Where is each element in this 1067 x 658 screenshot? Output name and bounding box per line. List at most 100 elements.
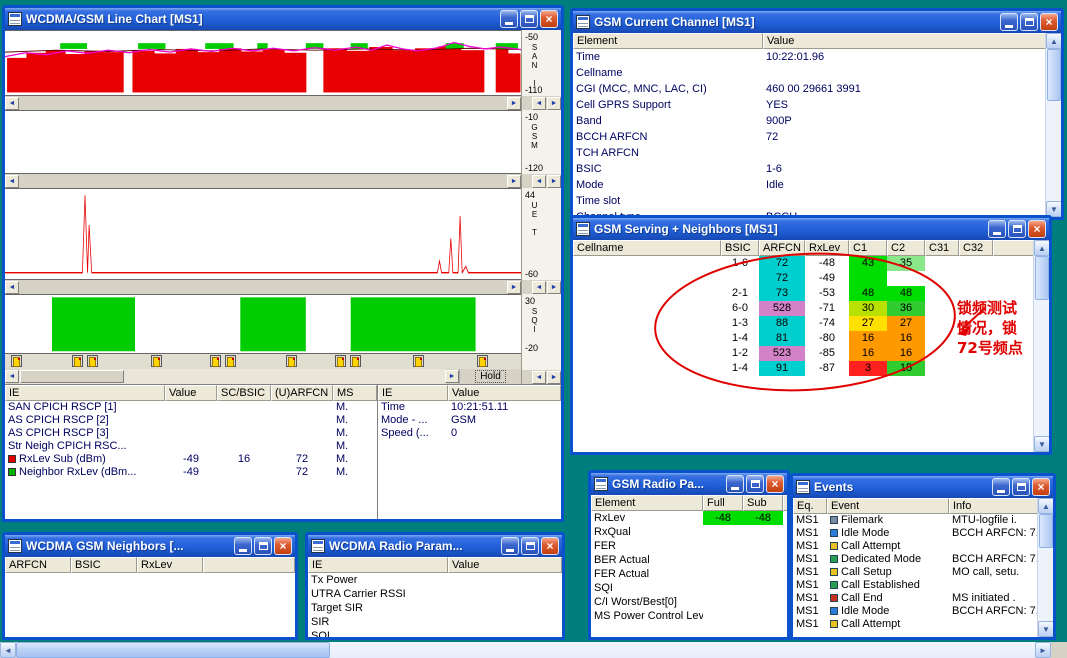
table-row[interactable]: BCCH ARFCN 72	[573, 129, 1061, 145]
phone-event-icon[interactable]	[72, 355, 83, 367]
scroll-left-icon[interactable]: ◄	[5, 370, 19, 383]
scrollbar-thumb[interactable]	[16, 642, 330, 658]
table-row[interactable]: SAN CPICH RSCP [1] M.	[5, 401, 377, 414]
table-row[interactable]: CGI (MCC, MNC, LAC, CI) 460 00 29661 3991	[573, 81, 1061, 97]
scrollbar-thumb[interactable]	[1047, 49, 1061, 101]
table-row[interactable]: FER	[591, 539, 787, 553]
column-header[interactable]: Event	[827, 498, 949, 514]
hold-button[interactable]: Hold	[459, 369, 521, 384]
minimize-button[interactable]	[500, 10, 518, 28]
maximize-button[interactable]	[521, 537, 539, 555]
table-row[interactable]: FER Actual	[591, 567, 787, 581]
titlebar-wcdma-radio-params[interactable]: WCDMA Radio Param... ×	[308, 535, 562, 557]
table-row[interactable]: SQI	[591, 581, 787, 595]
table-row[interactable]: Time 10:22:01.96	[573, 49, 1061, 65]
close-button[interactable]: ×	[766, 475, 784, 493]
column-header[interactable]: Value	[448, 557, 562, 573]
table-row[interactable]: MS1 Call Setup MO call, setu.	[793, 566, 1053, 579]
phone-event-icon[interactable]	[210, 355, 221, 367]
chart-gsm-rxlev-panel[interactable]	[5, 110, 521, 174]
scroll-right-icon[interactable]: ►	[507, 174, 521, 188]
column-header[interactable]: IE	[378, 385, 448, 401]
column-header[interactable]: RxLev	[805, 240, 849, 256]
column-header[interactable]: BSIC	[71, 557, 137, 573]
scroll-left-icon[interactable]: ◄	[532, 174, 546, 188]
scroll-left-icon[interactable]: ◄	[5, 280, 19, 294]
scrollbar-track[interactable]	[19, 369, 445, 384]
scroll-up-icon[interactable]: ▲	[1046, 33, 1061, 49]
table-row[interactable]: RxQual	[591, 525, 787, 539]
scroll-right-icon[interactable]: ►	[507, 280, 521, 294]
column-header[interactable]: C32	[959, 240, 993, 256]
phone-event-icon[interactable]	[225, 355, 236, 367]
minimize-button[interactable]	[501, 537, 519, 555]
table-row[interactable]: Time slot	[573, 193, 1061, 209]
titlebar-events[interactable]: Events ×	[793, 476, 1053, 498]
chart-ue-txpower-panel[interactable]	[5, 188, 521, 280]
table-row[interactable]: MS1 Dedicated Mode BCCH ARFCN: 7.	[793, 553, 1053, 566]
scrollbar-track[interactable]	[16, 642, 1035, 658]
scroll-up-icon[interactable]: ▲	[1038, 498, 1053, 514]
vertical-scrollbar[interactable]: ▲ ▼	[1033, 240, 1049, 452]
table-row[interactable]: 1-4 91 -87 3 15	[573, 361, 1049, 376]
table-row[interactable]: SIR	[308, 615, 562, 629]
phone-event-icon[interactable]	[87, 355, 98, 367]
scroll-right-icon[interactable]: ►	[1035, 642, 1051, 658]
table-row[interactable]: MS1 Call Attempt	[793, 540, 1053, 553]
column-header[interactable]: MS	[333, 385, 377, 401]
table-row[interactable]: MS1 Call Attempt	[793, 618, 1053, 631]
scroll-left-icon[interactable]: ◄	[532, 370, 546, 384]
chart-scrollbar[interactable]: ◄ ►	[5, 280, 521, 294]
minimize-button[interactable]	[992, 478, 1010, 496]
scroll-right-icon[interactable]: ►	[547, 96, 561, 110]
maximize-button[interactable]	[1020, 13, 1038, 31]
column-header[interactable]: IE	[5, 385, 165, 401]
horizontal-scrollbar[interactable]: ◄ ►	[0, 642, 1067, 658]
scroll-left-icon[interactable]: ◄	[532, 96, 546, 110]
scroll-right-icon[interactable]: ►	[547, 280, 561, 294]
column-header[interactable]: C31	[925, 240, 959, 256]
table-row[interactable]: SQI	[308, 629, 562, 637]
vertical-scrollbar[interactable]: ▲ ▼	[1037, 498, 1053, 637]
maximize-button[interactable]	[254, 537, 272, 555]
table-row[interactable]: C/I Worst/Best[0]	[591, 595, 787, 609]
table-row[interactable]: Target SIR	[308, 601, 562, 615]
column-header[interactable]: Element	[573, 33, 763, 49]
table-row[interactable]: MS1 Filemark MTU-logfile i.	[793, 514, 1053, 527]
column-header[interactable]: RxLev	[137, 557, 203, 573]
phone-event-icon[interactable]	[477, 355, 488, 367]
axis-scrollbar[interactable]: ◄ ►	[522, 174, 561, 188]
chart-sqi-panel[interactable]	[5, 294, 521, 354]
scroll-right-icon[interactable]: ►	[547, 174, 561, 188]
table-row[interactable]: 72 -49	[573, 271, 1049, 286]
table-row[interactable]: MS1 Idle Mode BCCH ARFCN: 7.	[793, 527, 1053, 540]
titlebar-gsm-current-channel[interactable]: GSM Current Channel [MS1] ×	[573, 11, 1061, 33]
column-header[interactable]: Sub	[743, 495, 783, 511]
table-row[interactable]: Cellname	[573, 65, 1061, 81]
scrollbar-thumb[interactable]	[1035, 256, 1049, 300]
table-row[interactable]: MS1 Call End MS initiated .	[793, 592, 1053, 605]
phone-event-icon[interactable]	[151, 355, 162, 367]
maximize-button[interactable]	[1008, 220, 1026, 238]
table-row[interactable]: Tx Power	[308, 573, 562, 587]
column-header[interactable]: ARFCN	[5, 557, 71, 573]
titlebar-gsm-radio-params[interactable]: GSM Radio Pa... ×	[591, 473, 787, 495]
minimize-button[interactable]	[988, 220, 1006, 238]
table-row[interactable]: Neighbor RxLev (dBm... -49 72 M.	[5, 466, 377, 479]
table-row[interactable]: MS1 Call Established	[793, 579, 1053, 592]
chart-rscp-panel[interactable]	[5, 30, 521, 96]
maximize-button[interactable]	[520, 10, 538, 28]
table-row[interactable]: TCH ARFCN	[573, 145, 1061, 161]
table-row[interactable]: Mode - ... GSM	[378, 414, 561, 427]
phone-event-icon[interactable]	[286, 355, 297, 367]
column-header[interactable]: Value	[165, 385, 217, 401]
table-row[interactable]: UTRA Carrier RSSI	[308, 587, 562, 601]
column-header[interactable]: ARFCN	[759, 240, 805, 256]
table-row[interactable]: Time 10:21:51.11	[378, 401, 561, 414]
phone-event-icon[interactable]	[11, 355, 22, 367]
scroll-down-icon[interactable]: ▼	[1034, 436, 1049, 452]
close-button[interactable]: ×	[540, 10, 558, 28]
column-header[interactable]: Element	[591, 495, 703, 511]
table-row[interactable]: Str Neigh CPICH RSC... M.	[5, 440, 377, 453]
close-button[interactable]: ×	[274, 537, 292, 555]
